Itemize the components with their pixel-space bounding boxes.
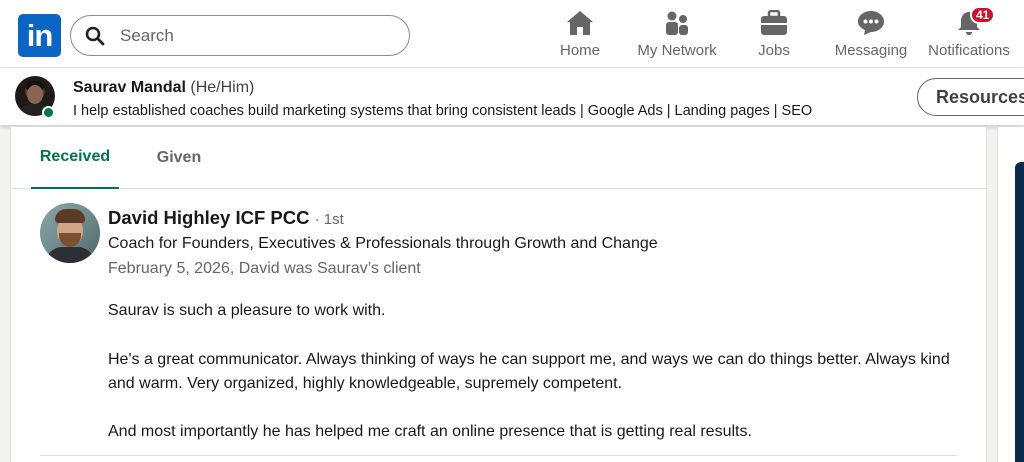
nav-notifications[interactable]: 41 Notifications xyxy=(926,6,1012,64)
nav-my-network-label: My Network xyxy=(637,42,717,59)
tab-received[interactable]: Received xyxy=(31,127,119,189)
nav-notifications-label: Notifications xyxy=(928,42,1010,59)
recommendation-meta: February 5, 2026, David was Saurav’s cli… xyxy=(108,260,421,277)
search-box[interactable]: Search xyxy=(70,15,410,56)
profile-name: Saurav Mandal (He/Him) xyxy=(73,79,254,97)
nav-home[interactable]: Home xyxy=(555,8,605,64)
sidebar-card-edge xyxy=(1015,162,1024,462)
home-icon xyxy=(565,8,595,38)
notification-count-badge: 41 xyxy=(970,6,996,24)
nav-messaging-label: Messaging xyxy=(834,42,908,59)
recommendation-text: Saurav is such a pleasure to work with. … xyxy=(108,299,968,445)
search-input[interactable]: Search xyxy=(120,26,174,46)
nav-jobs[interactable]: Jobs xyxy=(754,8,794,64)
top-navigation: in Search Home My Network Jobs Messaging xyxy=(0,0,1024,68)
recommendations-card: Received Given David Highley ICF PCC · 1… xyxy=(10,127,988,462)
profile-pronouns: (He/Him) xyxy=(190,79,255,96)
nav-my-network[interactable]: My Network xyxy=(633,8,721,64)
divider xyxy=(40,455,957,456)
profile-headline: I help established coaches build marketi… xyxy=(73,103,813,119)
profile-name-text: Saurav Mandal xyxy=(73,79,186,96)
recommender-name[interactable]: David Highley ICF PCC · 1st xyxy=(108,207,344,229)
recommender-avatar[interactable] xyxy=(40,203,100,263)
people-icon xyxy=(662,8,692,38)
linkedin-logo[interactable]: in xyxy=(18,14,61,57)
recommendation-paragraph: Saurav is such a pleasure to work with. xyxy=(108,302,386,319)
briefcase-icon xyxy=(759,8,789,38)
recommender-headline: Coach for Founders, Executives & Profess… xyxy=(108,235,658,252)
tab-given[interactable]: Given xyxy=(147,127,211,188)
recommendation-paragraph: He's a great communicator. Always thinki… xyxy=(108,350,950,392)
profile-sticky-bar: Saurav Mandal (He/Him) I help establishe… xyxy=(0,68,1024,126)
right-sidebar xyxy=(997,127,1024,462)
recommender-name-text[interactable]: David Highley ICF PCC xyxy=(108,207,309,228)
bell-icon: 41 xyxy=(954,6,996,38)
chat-icon xyxy=(856,8,886,38)
search-icon xyxy=(85,26,105,46)
resources-button[interactable]: Resources xyxy=(917,78,1024,116)
nav-messaging[interactable]: Messaging xyxy=(834,8,908,64)
recommendation-tabs: Received Given xyxy=(11,127,988,189)
online-status-indicator xyxy=(42,106,55,119)
connection-degree: · 1st xyxy=(314,211,344,228)
nav-jobs-label: Jobs xyxy=(758,42,790,59)
nav-home-label: Home xyxy=(559,42,600,59)
recommendation-paragraph: And most importantly he has helped me cr… xyxy=(108,423,752,441)
